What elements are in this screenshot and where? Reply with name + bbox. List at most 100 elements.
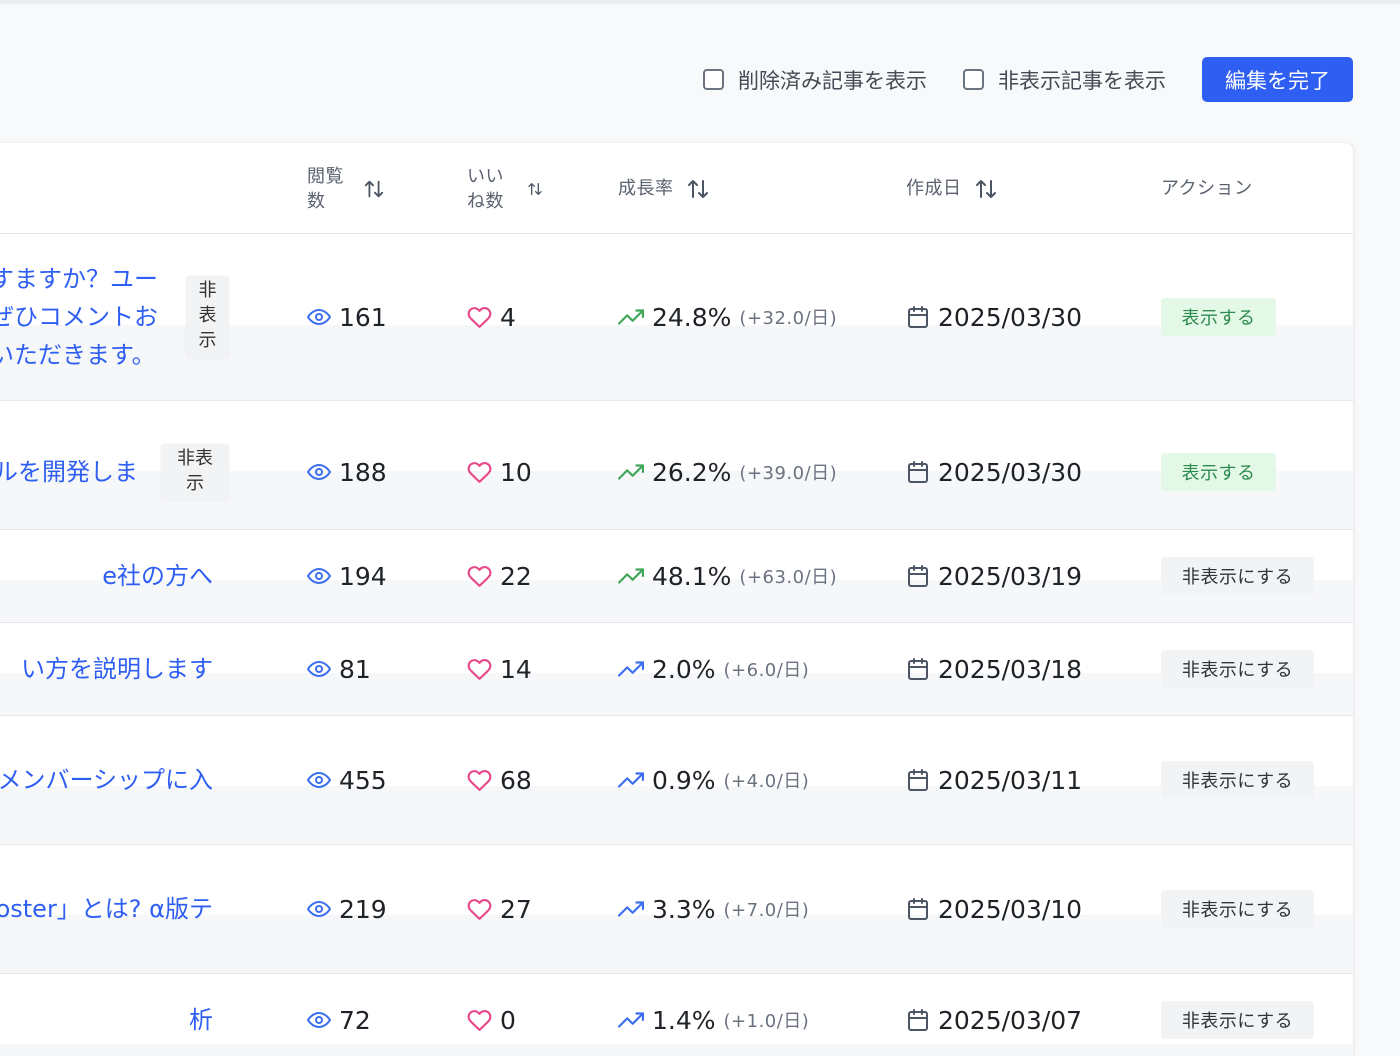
checkbox-box[interactable] bbox=[703, 69, 724, 90]
table-row: い方を説明します 81 14 2.0% (+6.0/日) 2025/03/18 非表示にする bbox=[0, 623, 1353, 716]
article-title-link[interactable]: すますか？ユー ぜひコメントお いただきます。 bbox=[0, 260, 158, 374]
trending-up-icon bbox=[618, 767, 644, 793]
growth-per-day: (+6.0/日) bbox=[723, 660, 810, 681]
article-title-line: いただきます。 bbox=[0, 341, 156, 369]
eye-icon bbox=[307, 1008, 331, 1032]
article-title-line: e社の方へ bbox=[102, 562, 213, 590]
date-cell: 2025/03/07 bbox=[906, 1002, 1082, 1038]
calendar-icon bbox=[906, 305, 930, 329]
growth-rate: 2.0% bbox=[652, 654, 716, 684]
hidden-status-badge: 非表示 bbox=[161, 444, 229, 500]
heart-icon bbox=[467, 897, 492, 922]
article-title-line: い方を説明します bbox=[21, 655, 213, 683]
growth-cell: 0.9% (+4.0/日) bbox=[618, 762, 809, 798]
article-title-line: メンバーシップに入 bbox=[0, 766, 213, 794]
calendar-icon bbox=[906, 564, 930, 588]
date-cell: 2025/03/30 bbox=[906, 454, 1082, 490]
show-article-button[interactable]: 表示する bbox=[1161, 453, 1276, 491]
heart-icon bbox=[467, 1008, 492, 1033]
created-date: 2025/03/07 bbox=[938, 1005, 1083, 1035]
table-row: ルを開発しま 非表示 188 10 26.2% (+39.0/日) 2025/03/30 表示… bbox=[0, 401, 1353, 530]
sort-arrows-icon[interactable] bbox=[686, 177, 710, 201]
checkbox-box[interactable] bbox=[963, 69, 984, 90]
views-count: 455 bbox=[339, 765, 387, 795]
sort-arrows-icon[interactable] bbox=[527, 181, 543, 197]
calendar-icon bbox=[906, 657, 930, 681]
growth-rate: 26.2% bbox=[652, 457, 732, 487]
growth-rate: 24.8% bbox=[652, 302, 732, 332]
article-title-line: oster」とは? α版テ bbox=[0, 895, 213, 923]
row-shade bbox=[0, 1044, 1353, 1056]
date-cell: 2025/03/18 bbox=[906, 651, 1082, 687]
calendar-icon bbox=[906, 460, 930, 484]
likes-cell: 27 bbox=[467, 891, 532, 927]
growth-per-day: (+4.0/日) bbox=[723, 771, 810, 792]
hide-article-button[interactable]: 非表示にする bbox=[1161, 1001, 1314, 1039]
article-title-link[interactable]: 析 bbox=[189, 1001, 213, 1039]
sort-arrows-icon[interactable] bbox=[363, 178, 385, 200]
views-cell: 161 bbox=[307, 299, 387, 335]
heart-icon bbox=[467, 460, 492, 485]
views-count: 72 bbox=[339, 1005, 371, 1035]
article-title-link[interactable]: メンバーシップに入 bbox=[0, 761, 213, 799]
created-date: 2025/03/10 bbox=[938, 894, 1083, 924]
hide-article-button[interactable]: 非表示にする bbox=[1161, 890, 1314, 928]
trending-up-icon bbox=[618, 896, 644, 922]
header-created[interactable]: 作成日 bbox=[906, 143, 998, 234]
views-count: 81 bbox=[339, 654, 371, 684]
eye-icon bbox=[307, 305, 331, 329]
header-views[interactable]: 閲覧数 bbox=[307, 143, 385, 234]
growth-per-day: (+7.0/日) bbox=[723, 900, 810, 921]
growth-cell: 3.3% (+7.0/日) bbox=[618, 891, 809, 927]
growth-rate: 3.3% bbox=[652, 894, 716, 924]
hide-article-button[interactable]: 非表示にする bbox=[1161, 761, 1314, 799]
views-cell: 81 bbox=[307, 651, 371, 687]
likes-cell: 14 bbox=[467, 651, 532, 687]
show-article-button[interactable]: 表示する bbox=[1161, 298, 1276, 336]
table-row: e社の方へ 194 22 48.1% (+63.0/日) 2025/03/19 非表示にする bbox=[0, 530, 1353, 623]
sort-arrows-icon[interactable] bbox=[974, 177, 998, 201]
show-deleted-checkbox[interactable]: 削除済み記事を表示 bbox=[703, 57, 927, 102]
calendar-icon bbox=[906, 1008, 930, 1032]
trending-up-icon bbox=[618, 656, 644, 682]
article-title-link[interactable]: ルを開発しま bbox=[0, 453, 138, 491]
views-cell: 194 bbox=[307, 558, 387, 594]
likes-count: 4 bbox=[500, 302, 516, 332]
article-title-link[interactable]: い方を説明します bbox=[21, 650, 213, 688]
date-cell: 2025/03/19 bbox=[906, 558, 1082, 594]
article-title-link[interactable]: oster」とは? α版テ bbox=[0, 890, 213, 928]
eye-icon bbox=[307, 768, 331, 792]
eye-icon bbox=[307, 460, 331, 484]
top-border bbox=[0, 0, 1400, 3]
calendar-icon bbox=[906, 768, 930, 792]
header-growth[interactable]: 成長率 bbox=[618, 143, 710, 234]
header-likes[interactable]: いいね数 bbox=[467, 143, 543, 234]
show-hidden-checkbox[interactable]: 非表示記事を表示 bbox=[963, 57, 1166, 102]
views-cell: 188 bbox=[307, 454, 387, 490]
article-title-link[interactable]: e社の方へ bbox=[102, 557, 213, 595]
likes-count: 10 bbox=[500, 457, 532, 487]
date-cell: 2025/03/11 bbox=[906, 762, 1082, 798]
trending-up-icon bbox=[618, 304, 644, 330]
likes-cell: 68 bbox=[467, 762, 532, 798]
header-actions: アクション bbox=[1161, 178, 1253, 199]
heart-icon bbox=[467, 305, 492, 330]
growth-cell: 24.8% (+32.0/日) bbox=[618, 299, 837, 335]
hide-article-button[interactable]: 非表示にする bbox=[1161, 557, 1314, 595]
views-cell: 219 bbox=[307, 891, 387, 927]
growth-cell: 48.1% (+63.0/日) bbox=[618, 558, 837, 594]
show-deleted-label: 削除済み記事を表示 bbox=[738, 68, 927, 93]
created-date: 2025/03/30 bbox=[938, 457, 1083, 487]
trending-up-icon bbox=[618, 563, 644, 589]
growth-rate: 0.9% bbox=[652, 765, 716, 795]
likes-cell: 0 bbox=[467, 1002, 516, 1038]
article-title-line: ぜひコメントお bbox=[0, 303, 158, 331]
finish-editing-button[interactable]: 編集を完了 bbox=[1202, 57, 1353, 102]
views-cell: 72 bbox=[307, 1002, 371, 1038]
likes-count: 22 bbox=[500, 561, 532, 591]
eye-icon bbox=[307, 657, 331, 681]
likes-count: 14 bbox=[500, 654, 532, 684]
toolbar: 削除済み記事を表示 非表示記事を表示 編集を完了 bbox=[0, 57, 1400, 102]
hide-article-button[interactable]: 非表示にする bbox=[1161, 650, 1314, 688]
likes-count: 68 bbox=[500, 765, 532, 795]
